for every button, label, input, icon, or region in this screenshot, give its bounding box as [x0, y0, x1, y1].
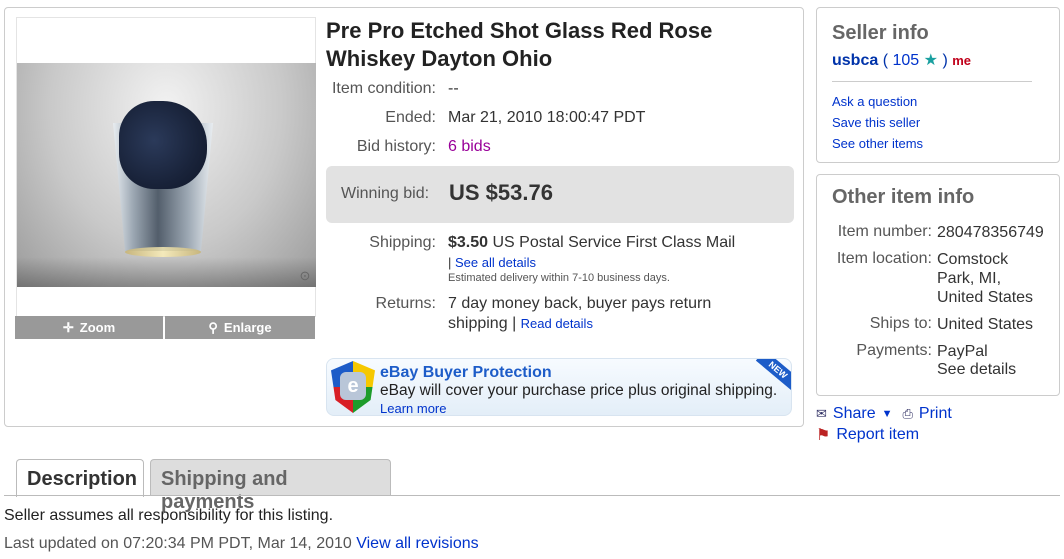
cloth-in-glass — [119, 101, 207, 189]
tab-shipping-and-payments[interactable]: Shipping and payments — [150, 459, 391, 513]
me-icon[interactable]: me — [952, 53, 971, 68]
envelope-icon: ✉ — [816, 406, 827, 421]
ended-label: Ended: — [385, 109, 436, 126]
magnifier-icon: ⚲ — [208, 319, 218, 335]
bid-history-label: Bid history: — [356, 138, 436, 155]
shipping-estimate: Estimated delivery within 7-10 business … — [448, 272, 670, 284]
printer-icon: ⎙ — [902, 406, 913, 421]
payments-value: PayPal — [937, 343, 988, 360]
save-seller-link[interactable]: Save this seller — [832, 115, 920, 130]
flag-icon: ⚑ — [816, 427, 831, 444]
item-summary-panel: ⊙ ✛ Zoom ⚲ Enlarge Pre Pro Etched Shot G… — [4, 7, 804, 427]
see-other-items-link[interactable]: See other items — [832, 136, 923, 151]
shield-letter: e — [340, 372, 366, 400]
print-button[interactable]: ⎙ Print — [903, 405, 952, 423]
payments-see-details-link[interactable]: See details — [937, 361, 1057, 379]
buyer-protection-text: eBay will cover your purchase price plus… — [380, 382, 778, 399]
divider — [832, 81, 1032, 82]
learn-more-link[interactable]: Learn more — [380, 401, 446, 415]
report-item-button[interactable]: ⚑ Report item — [816, 425, 919, 445]
item-number-value: 280478356749 — [937, 224, 1044, 241]
other-item-info-heading: Other item info — [832, 186, 975, 208]
other-item-info-panel: Other item info Item number: 28047835674… — [816, 174, 1060, 396]
payments-label: Payments: — [856, 342, 932, 359]
camera-icon: ⊙ — [299, 268, 311, 283]
item-image-frame[interactable]: ⊙ — [16, 17, 316, 317]
seller-name-link[interactable]: usbca — [832, 52, 878, 69]
view-revisions-link[interactable]: View all revisions — [356, 535, 478, 552]
bid-history-link[interactable]: 6 bids — [448, 138, 491, 156]
shipping-see-all-link[interactable]: See all details — [455, 255, 536, 270]
share-print-row: ✉ Share ▼ ⎙ Print — [816, 405, 952, 423]
feedback-score-link[interactable]: 105 — [892, 52, 919, 69]
chevron-down-icon: ▼ — [881, 408, 893, 420]
zoom-icon: ✛ — [62, 319, 74, 335]
last-updated-line: Last updated on 07:20:34 PM PDT, Mar 14,… — [4, 535, 479, 553]
shipping-price: $3.50 — [448, 234, 489, 251]
ask-question-link[interactable]: Ask a question — [832, 94, 917, 109]
last-updated-text: Last updated on 07:20:34 PM PDT, Mar 14,… — [4, 535, 352, 552]
item-number-label: Item number: — [837, 223, 932, 240]
winning-bid-value: US $53.76 — [449, 180, 553, 205]
shipping-value: $3.50 US Postal Service First Class Mail — [448, 234, 735, 252]
shipping-service: US Postal Service First Class Mail — [492, 234, 736, 251]
returns-label: Returns: — [375, 295, 436, 312]
buyer-protection-title: eBay Buyer Protection — [380, 364, 552, 381]
share-button[interactable]: ✉ Share ▼ — [816, 405, 893, 423]
condition-label: Item condition: — [331, 80, 436, 97]
seller-info-heading: Seller info — [832, 22, 929, 44]
tab-description[interactable]: Description — [16, 459, 144, 497]
enlarge-button[interactable]: ⚲ Enlarge — [165, 316, 315, 339]
zoom-button[interactable]: ✛ Zoom — [15, 316, 163, 339]
winning-bid-box: Winning bid: US $53.76 — [326, 166, 794, 223]
description-text: Seller assumes all responsibility for th… — [4, 507, 334, 524]
item-location-value: Comstock Park, MI, United States — [937, 251, 1034, 306]
item-photo[interactable]: ⊙ — [17, 63, 316, 287]
condition-value: -- — [448, 80, 459, 97]
shipping-label: Shipping: — [369, 234, 436, 251]
tab-divider — [4, 495, 1060, 496]
item-location-label: Item location: — [836, 250, 932, 267]
buyer-protection-banner[interactable]: e eBay Buyer Protection eBay will cover … — [326, 358, 792, 416]
returns-line1: 7 day money back, buyer pays return — [448, 295, 712, 312]
seller-info-panel: Seller info usbca ( 105 ★ ) me Ask a que… — [816, 7, 1060, 163]
winning-bid-label: Winning bid: — [341, 185, 430, 202]
returns-line2: shipping — [448, 315, 508, 332]
star-icon: ★ — [923, 52, 938, 69]
ships-to-value: United States — [937, 316, 1034, 333]
ships-to-label: Ships to: — [869, 315, 932, 332]
ended-value: Mar 21, 2010 18:00:47 PDT — [448, 109, 646, 126]
item-title: Pre Pro Etched Shot Glass Red Rose Whisk… — [326, 18, 713, 71]
seller-line: usbca ( 105 ★ ) me — [832, 52, 972, 69]
returns-read-details-link[interactable]: Read details — [521, 316, 593, 331]
